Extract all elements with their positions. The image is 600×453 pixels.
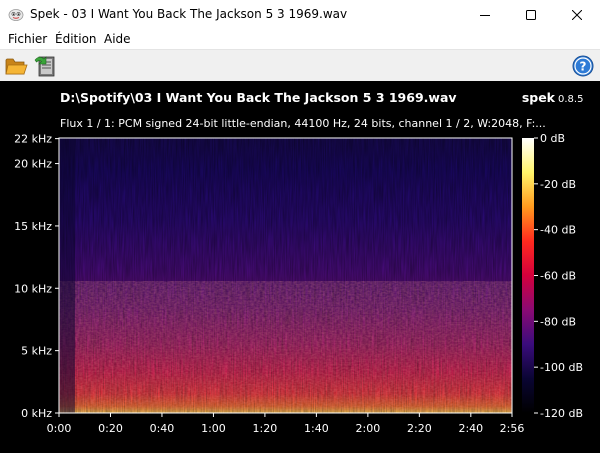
time-tick-label: 0:40 [150,422,175,435]
time-tick-label: 2:56 [500,422,525,435]
app-name: spek [522,90,556,105]
db-tick-label: -60 dB [540,270,576,283]
db-tick-label: -100 dB [540,361,583,374]
intro-quiet-region [59,138,75,413]
menu-bar: Fichier Édition Aide [0,29,600,49]
open-file-button[interactable] [5,54,29,78]
file-path: D:\Spotify\03 I Want You Back The Jackso… [60,90,457,105]
db-tick-label: -80 dB [540,315,576,328]
menu-fichier[interactable]: Fichier [8,32,47,46]
minimize-button[interactable] [462,0,508,29]
freq-tick-label: 10 kHz [14,282,52,295]
time-tick-label: 0:00 [47,422,72,435]
freq-tick-label: 22 kHz [14,133,52,146]
time-tick-label: 1:20 [253,422,278,435]
svg-text:?: ? [580,60,587,74]
app-icon [8,9,24,21]
app-version: 0.8.5 [558,94,583,105]
window-title: Spek - 03 I Want You Back The Jackson 5 … [30,7,348,21]
db-color-bar [522,138,534,413]
db-tick-label: 0 dB [540,132,565,145]
folder-open-icon [5,58,28,75]
frequency-axis: 22 kHz 20 kHz 15 kHz 10 kHz 5 kHz 0 kHz [14,133,59,420]
toolbar: ? [0,49,600,81]
stream-info: Flux 1 / 1: PCM signed 24-bit little-end… [60,117,546,130]
time-axis: 0:00 0:20 0:40 1:00 1:20 1:40 2:00 2:20 2:40 2:56 [47,413,525,435]
spectrogram-panel: D:\Spotify\03 I Want You Back The Jackso… [0,81,600,453]
time-tick-label: 0:20 [98,422,123,435]
time-tick-label: 1:00 [201,422,226,435]
close-icon [572,9,582,20]
maximize-icon [526,9,536,20]
maximize-button[interactable] [508,0,554,29]
menu-edition[interactable]: Édition [55,32,97,46]
freq-tick-label: 5 kHz [21,345,52,358]
close-button[interactable] [554,0,600,29]
menu-aide[interactable]: Aide [104,32,131,46]
time-tick-label: 2:20 [407,422,432,435]
title-bar: Spek - 03 I Want You Back The Jackson 5 … [0,0,600,29]
freq-tick-label: 20 kHz [14,158,52,171]
time-tick-label: 1:40 [304,422,329,435]
freq-tick-label: 15 kHz [14,220,52,233]
db-tick-label: -40 dB [540,224,576,237]
spectrogram-plot [58,137,513,414]
help-icon: ? [572,55,594,77]
save-export-icon [34,56,55,77]
freq-tick-label: 0 kHz [21,407,52,420]
db-tick-label: -20 dB [540,178,576,191]
save-button[interactable] [33,54,57,78]
time-tick-label: 2:00 [356,422,381,435]
db-axis: 0 dB -20 dB -40 dB -60 dB -80 dB -100 dB -120 … [534,132,583,420]
spectrogram-harmonics [59,281,512,413]
time-tick-label: 2:40 [458,422,483,435]
minimize-icon [480,14,490,16]
spectrogram-view: D:\Spotify\03 I Want You Back The Jackso… [14,90,583,435]
db-tick-label: -120 dB [540,407,583,420]
help-button[interactable]: ? [572,55,594,77]
